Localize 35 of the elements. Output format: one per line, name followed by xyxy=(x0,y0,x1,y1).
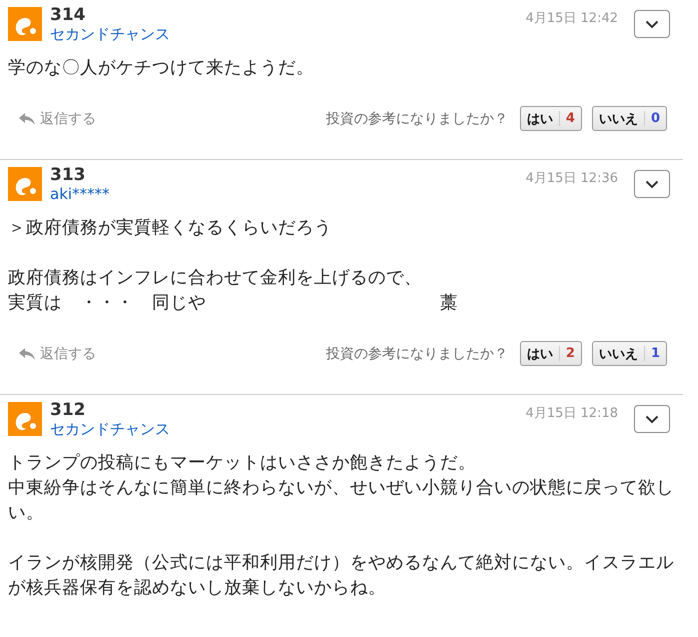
post-number: 312 xyxy=(50,400,86,420)
post-text: ＞政府債務が実質軽くなるくらいだろう xyxy=(8,217,333,240)
reply-link[interactable]: 返信する xyxy=(18,344,326,362)
menu-button[interactable] xyxy=(634,10,670,38)
no-button[interactable]: いいえ 1 xyxy=(592,341,667,366)
post-date: 4月15日 12:42 xyxy=(526,10,618,27)
helpful-question: 投資の参考になりましたか？ xyxy=(326,344,508,362)
post-text: 政府債務はインフレに合わせて金利を上げるので、 xyxy=(8,267,423,290)
author-name[interactable]: セカンドチャンス xyxy=(50,420,518,439)
post-date: 4月15日 12:36 xyxy=(526,170,618,187)
avatar-icon xyxy=(8,7,42,41)
post-number: 313 xyxy=(50,165,86,185)
chevron-down-icon xyxy=(645,180,659,188)
post-text: イランが核開発（公式には平和利用だけ）をやめるなんて絶対にない。イスラエルが核兵器保有を認めないし放棄しないからね。 xyxy=(8,552,675,600)
reply-icon xyxy=(18,346,36,360)
post-text: 実質は ・・・ 同じや 藁 xyxy=(8,292,459,315)
post-number: 314 xyxy=(50,5,86,25)
avatar-icon xyxy=(8,167,42,201)
yes-button[interactable]: はい 4 xyxy=(520,106,582,131)
author-name[interactable]: セカンドチャンス xyxy=(50,25,518,44)
chevron-down-icon xyxy=(645,414,659,424)
post-text: 中東紛争はそんなに簡単に終わらないが、せいぜい小競り合いの状態に戻って欲しい。 xyxy=(8,477,675,525)
author-name[interactable]: aki***** xyxy=(50,185,518,204)
chevron-down-icon xyxy=(645,20,659,28)
post-date: 4月15日 12:18 xyxy=(526,405,618,422)
yes-button[interactable]: はい 2 xyxy=(520,341,582,366)
reply-icon xyxy=(18,112,36,126)
avatar-icon xyxy=(8,402,42,436)
helpful-question: 投資の参考になりましたか？ xyxy=(326,110,508,128)
reply-link[interactable]: 返信する xyxy=(18,110,326,128)
menu-button[interactable] xyxy=(634,405,670,433)
no-button[interactable]: いいえ 0 xyxy=(592,106,667,131)
post-text: 学のな〇人がケチつけて来たようだ。 xyxy=(8,57,315,80)
menu-button[interactable] xyxy=(634,170,670,198)
post-text: トランプの投稿にもマーケットはいささか飽きたようだ。 xyxy=(8,452,477,475)
